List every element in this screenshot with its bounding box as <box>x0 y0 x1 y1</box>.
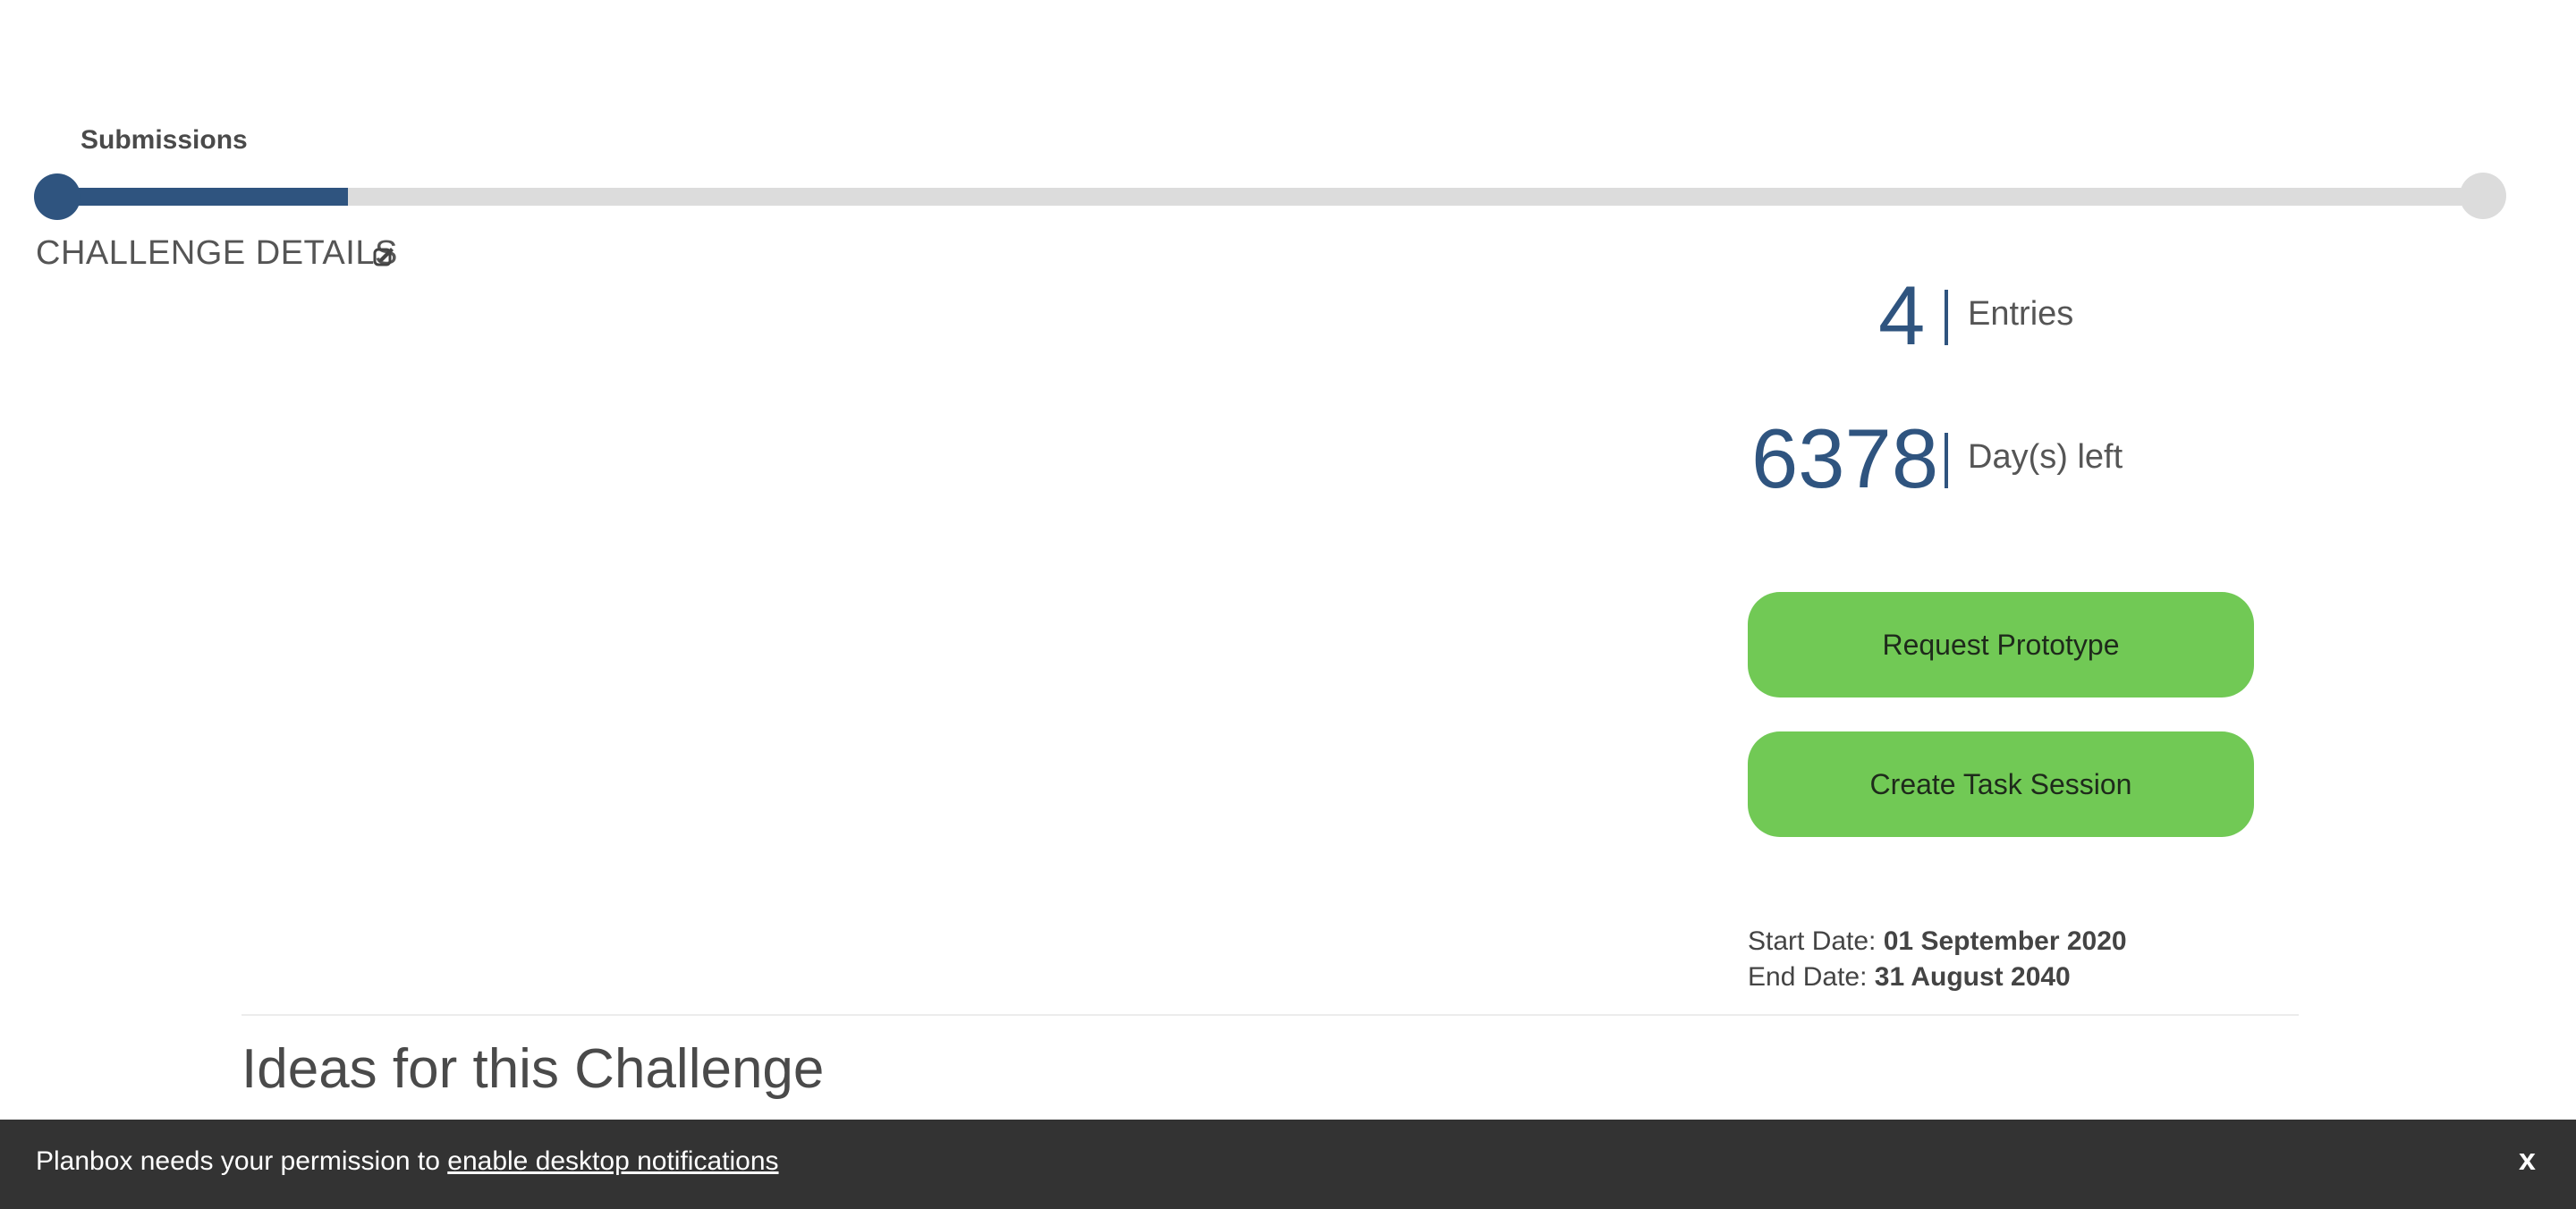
start-date-label: Start Date: <box>1748 926 1877 956</box>
start-date: Start Date: 01 September 2020 <box>1748 926 2127 957</box>
stage-progress-track <box>57 188 2483 206</box>
end-date-label: End Date: <box>1748 962 1868 992</box>
request-prototype-button[interactable]: Request Prototype <box>1748 592 2254 698</box>
stage-progress-fill <box>57 188 348 206</box>
edit-icon[interactable] <box>372 245 395 268</box>
entries-count: 4 <box>1878 268 1926 362</box>
entries-label: Entries <box>1968 295 2074 333</box>
notification-text: Planbox needs your permission to <box>36 1146 440 1176</box>
ideas-section-title: Ideas for this Challenge <box>242 1038 825 1100</box>
stage-label: Submissions <box>80 125 248 155</box>
end-date: End Date: 31 August 2040 <box>1748 962 2071 993</box>
challenge-details-title: CHALLENGE DETAILS <box>36 234 398 272</box>
notification-bar: Planbox needs your permission to enable … <box>0 1120 2576 1209</box>
section-divider <box>242 1014 2299 1016</box>
stage-end-marker[interactable] <box>2460 173 2506 219</box>
days-left-divider <box>1945 433 1948 488</box>
stage-start-marker[interactable] <box>34 173 80 220</box>
entries-divider <box>1945 290 1948 345</box>
enable-notifications-link[interactable]: enable desktop notifications <box>447 1146 778 1176</box>
days-left-count: 6378 <box>1751 411 1939 505</box>
create-task-session-button[interactable]: Create Task Session <box>1748 731 2254 837</box>
close-notification-button[interactable]: x <box>2519 1143 2536 1178</box>
notification-message: Planbox needs your permission to enable … <box>36 1146 779 1177</box>
days-left-label: Day(s) left <box>1968 438 2123 476</box>
end-date-value: 31 August 2040 <box>1874 962 2071 992</box>
start-date-value: 01 September 2020 <box>1883 926 2127 956</box>
